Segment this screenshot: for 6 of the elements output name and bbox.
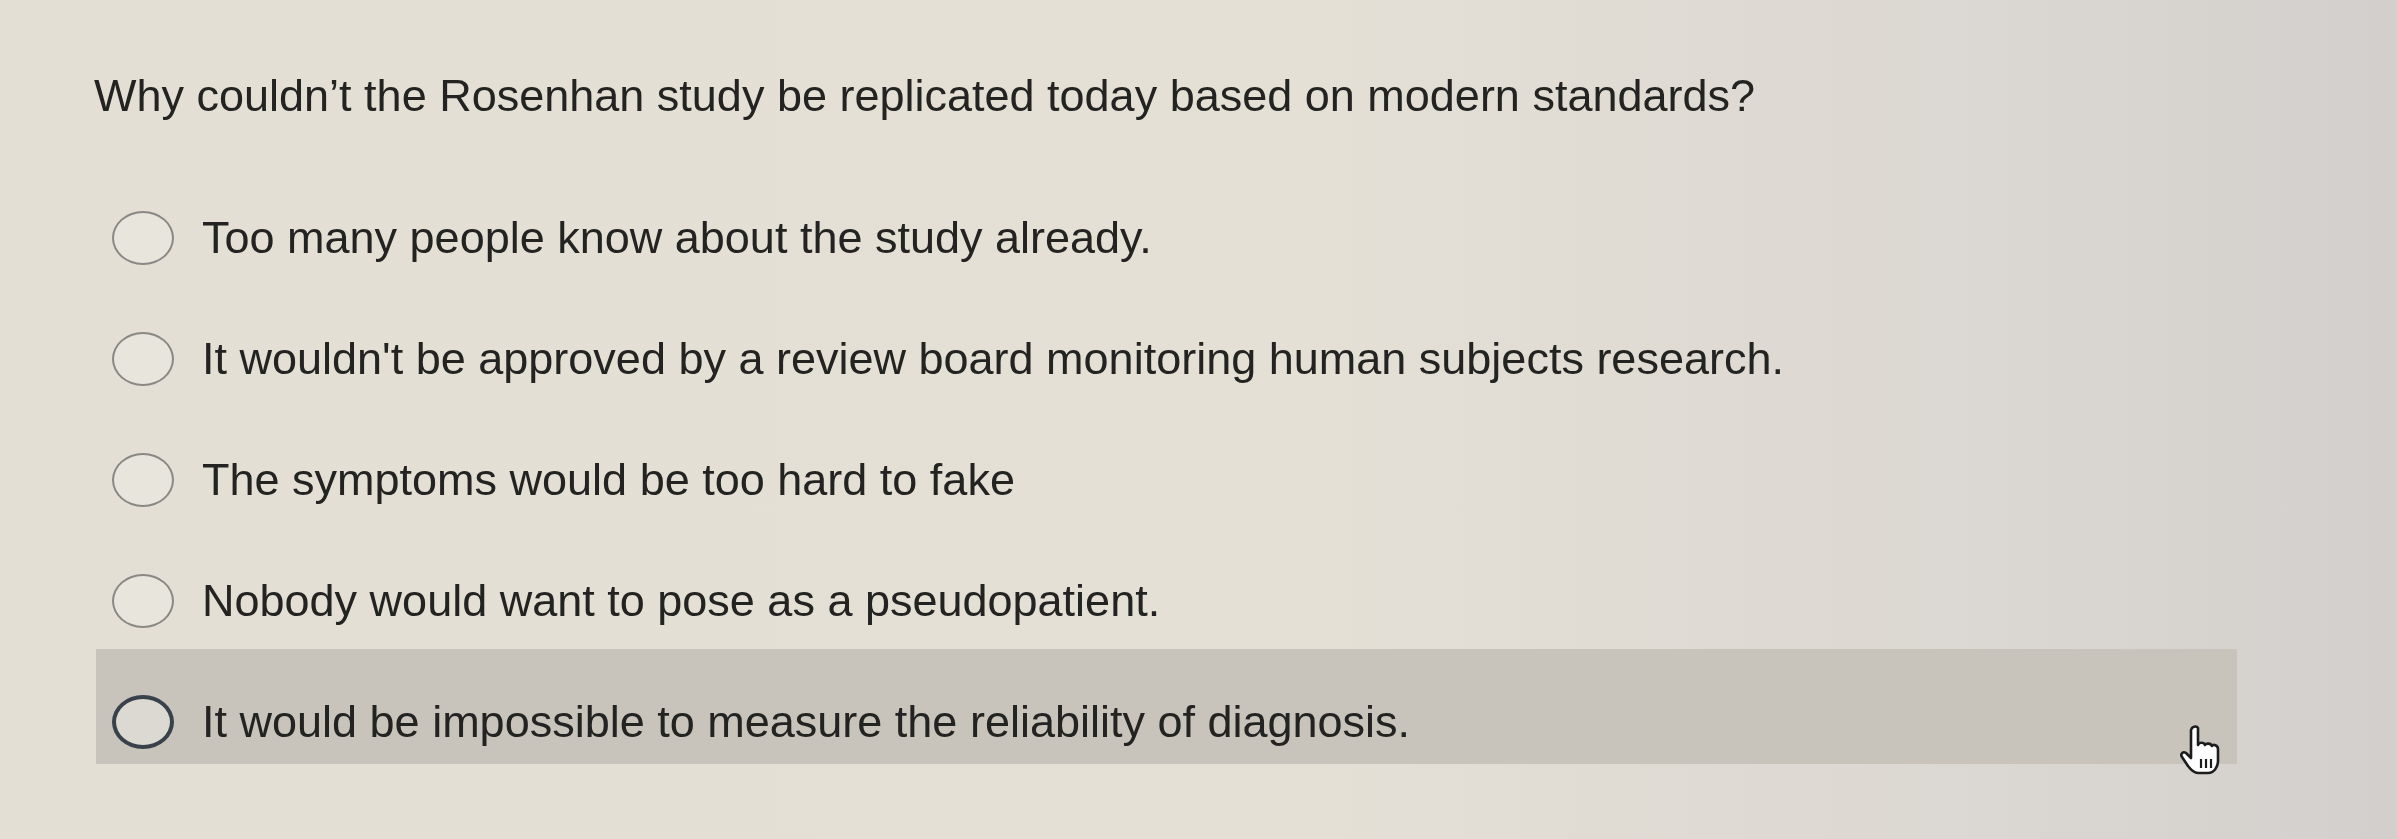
option-label[interactable]: It would be impossible to measure the reliability of diagnosis. [202,695,1411,748]
option-label[interactable]: Nobody would want to pose as a pseudopatient. [202,574,1161,627]
question-text: Why couldn’t the Rosenhan study be replicated today based on modern standards? [94,70,1756,122]
option-label[interactable]: Too many people know about the study already. [202,211,1152,264]
option-label[interactable]: The symptoms would be too hard to fake [202,453,1015,506]
option-label[interactable]: It wouldn't be approved by a review board monitoring human subjects research. [202,332,1784,385]
